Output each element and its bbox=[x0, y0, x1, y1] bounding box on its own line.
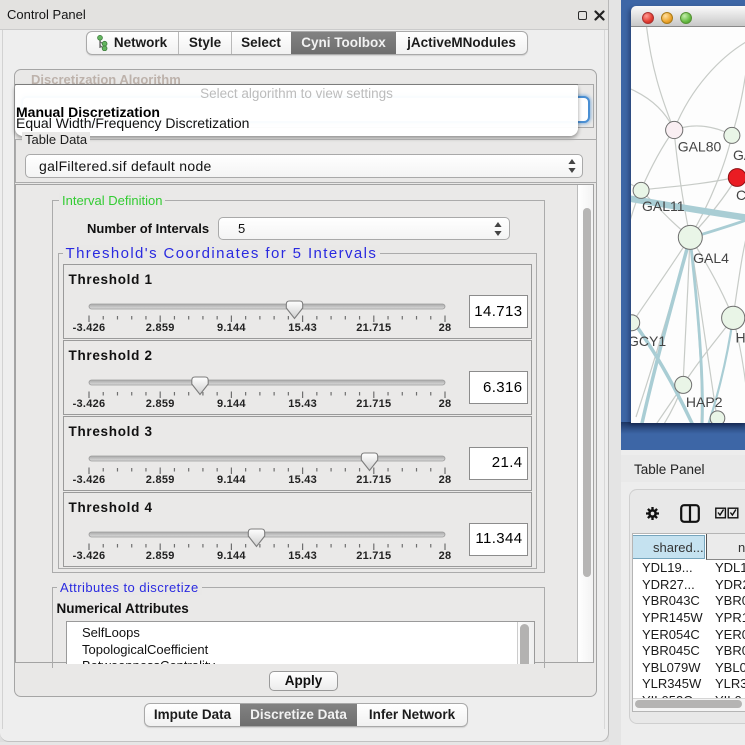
svg-text:GA: GA bbox=[733, 147, 745, 163]
svg-text:C: C bbox=[736, 187, 745, 203]
svg-text:GAL11: GAL11 bbox=[642, 198, 685, 214]
svg-text:GCY1: GCY1 bbox=[631, 333, 666, 349]
svg-text:H: H bbox=[736, 330, 745, 346]
svg-text:GAL80: GAL80 bbox=[678, 139, 722, 155]
svg-text:GAL4: GAL4 bbox=[693, 250, 729, 266]
svg-text:HAP2: HAP2 bbox=[686, 394, 723, 410]
